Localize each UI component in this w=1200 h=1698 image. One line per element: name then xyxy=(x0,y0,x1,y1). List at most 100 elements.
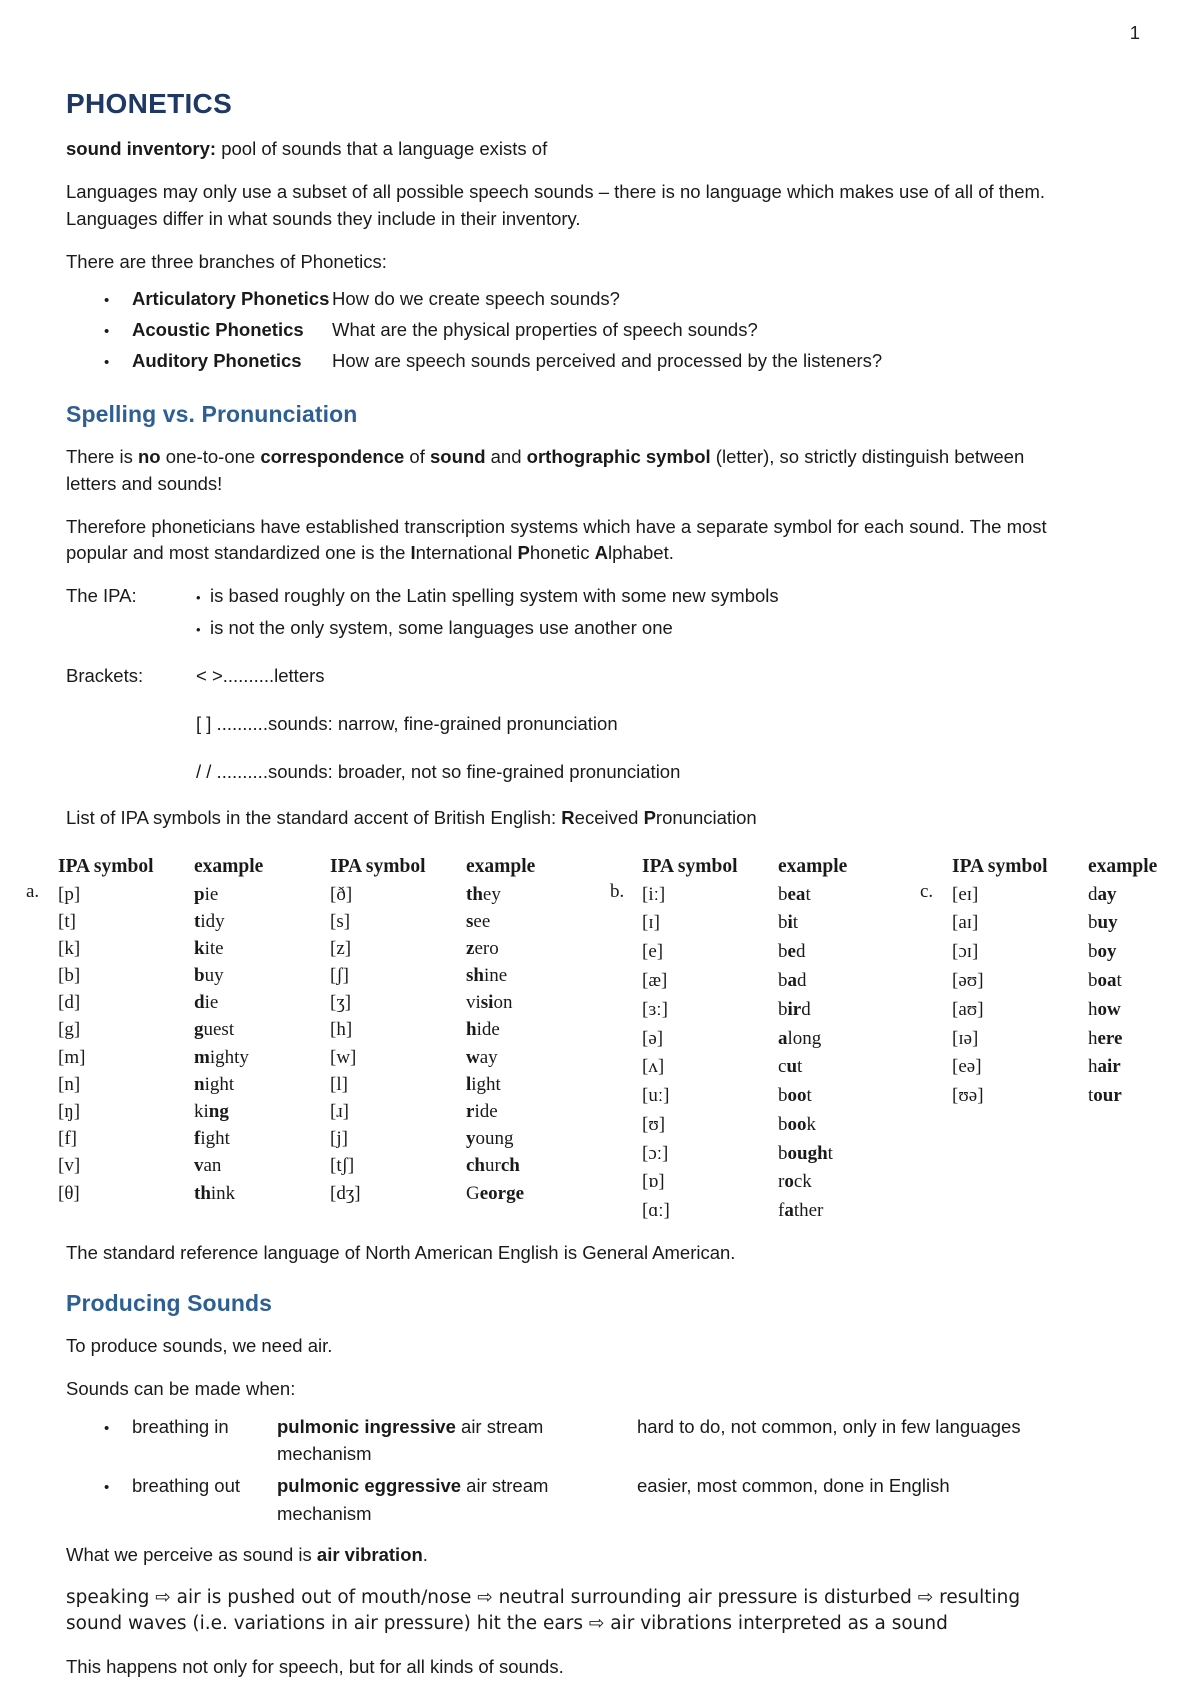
list-item: • Acoustic Phonetics What are the physic… xyxy=(66,316,1066,344)
ipa-example: along xyxy=(778,1025,914,1054)
ex-rest: ur xyxy=(485,1155,501,1177)
airstream-mechanism: pulmonic eggressive air stream mechanism xyxy=(277,1472,637,1528)
ipa-example: George xyxy=(466,1180,602,1207)
text-run-bold: R xyxy=(561,806,575,828)
text-run-bold: correspondence xyxy=(260,446,405,468)
ex-bold: k xyxy=(194,937,205,959)
column-header-example: example xyxy=(194,855,264,877)
bullet-icon: • xyxy=(104,354,110,372)
ipa-symbol: [ʒ] xyxy=(330,992,352,1014)
bullet-icon: • xyxy=(104,1479,110,1497)
ipa-example: van xyxy=(194,1152,330,1179)
ipa-symbol: [iː] xyxy=(642,883,666,905)
list-item: • breathing in pulmonic ingressive air s… xyxy=(66,1413,1066,1469)
ipa-symbol: [ɔɪ] xyxy=(952,941,979,963)
branch-question: What are the physical properties of spee… xyxy=(332,319,758,341)
ex-bold: eor xyxy=(479,1182,507,1204)
section-heading-producing: Producing Sounds xyxy=(66,1290,273,1317)
ex-bold: b xyxy=(194,965,205,987)
ipa-example: kite xyxy=(194,935,330,962)
list-item: • is based roughly on the Latin spelling … xyxy=(196,583,1066,610)
brackets-letters: < >..........letters xyxy=(196,665,325,687)
ipa-symbol: [uː] xyxy=(642,1085,670,1107)
ex-bold: ough xyxy=(787,1142,828,1164)
ex-pre: b xyxy=(778,1142,788,1164)
ex-bold: oa xyxy=(1097,969,1117,991)
brackets-row: [ ] ..........sounds: narrow, fine-grain… xyxy=(66,711,1066,738)
ipa-symbol: [aʊ] xyxy=(952,998,984,1020)
ipa-example: day xyxy=(1088,881,1200,910)
ipa-symbol: [ʃ] xyxy=(330,965,349,987)
ipa-symbol: [t] xyxy=(58,910,76,932)
ex-rest: t xyxy=(806,1085,812,1107)
ipa-list-intro: List of IPA symbols in the standard acce… xyxy=(66,807,1066,829)
sound-inventory-text: pool of sounds that a language exists of xyxy=(216,138,548,159)
ipa-symbol: [m] xyxy=(58,1046,86,1068)
ipa-facts: • is based roughly on the Latin spelling … xyxy=(196,583,1066,647)
correspondence-paragraph: There is no one-to-one correspondence of… xyxy=(66,444,1066,497)
ipa-symbol: [ɹ] xyxy=(330,1101,349,1123)
ipa-symbol-column-c: IPA symbol [eɪ] [aɪ] [ɔɪ] [əʊ] [aʊ] [ɪə]… xyxy=(952,853,1088,1111)
ipa-symbol: [ŋ] xyxy=(58,1101,81,1123)
ex-rest: ighty xyxy=(209,1046,249,1068)
ex-pre: b xyxy=(778,1085,788,1107)
mechanism-note: hard to do, not common, only in few lang… xyxy=(637,1415,1021,1437)
ex-rest: d xyxy=(795,941,806,963)
branch-name: Articulatory Phonetics xyxy=(132,288,330,310)
brackets-block: Brackets: < >..........letters [ ] .....… xyxy=(66,663,1066,785)
ex-bold: oo xyxy=(787,1113,807,1135)
ex-bold: a xyxy=(778,1027,788,1049)
ex-rest: ther xyxy=(793,1200,824,1222)
ex-rest: ine xyxy=(483,965,508,987)
ipa-symbol: [ɑː] xyxy=(642,1200,670,1222)
section-heading-spelling: Spelling vs. Pronunciation xyxy=(66,401,358,428)
text-run-bold: air vibration xyxy=(316,1543,423,1565)
sound-inventory-definition: sound inventory: pool of sounds that a l… xyxy=(66,136,1066,162)
ipa-example: fight xyxy=(194,1125,330,1152)
ipa-example: bed xyxy=(778,938,914,967)
ipa-example: boy xyxy=(1088,938,1200,967)
ipa-symbol: [w] xyxy=(330,1046,357,1068)
text-run-bold: no xyxy=(137,446,161,468)
produce-sounds-text: To produce sounds, we need air. xyxy=(66,1335,333,1357)
ex-rest: ie xyxy=(204,883,219,905)
ipa-symbol: [f] xyxy=(58,1128,77,1150)
ipa-description-block: The IPA: • is based roughly on the Latin … xyxy=(66,583,1066,647)
ex-rest: t xyxy=(805,883,811,905)
bullet-icon: • xyxy=(196,590,201,606)
speaking-chain-text: speaking ⇨ air is pushed out of mouth/no… xyxy=(66,1586,1021,1635)
page-title: PHONETICS xyxy=(66,88,233,119)
ex-bold: ir xyxy=(787,998,802,1020)
ipa-fact-text: is based roughly on the Latin spelling s… xyxy=(210,585,779,607)
ipa-example: vision xyxy=(466,989,602,1016)
ex-rest: uy xyxy=(204,965,224,987)
branch-question: How are speech sounds perceived and proc… xyxy=(332,350,883,372)
ipa-example: book xyxy=(778,1111,914,1140)
ipa-symbol: [dʒ] xyxy=(330,1182,361,1204)
ex-rest: ay xyxy=(479,1046,498,1068)
ipa-example: beat xyxy=(778,881,914,910)
ipa-symbol: [k] xyxy=(58,937,81,959)
ex-pre: h xyxy=(1088,998,1098,1020)
brackets-narrow: [ ] ..........sounds: narrow, fine-grain… xyxy=(196,712,618,734)
ex-bold: th xyxy=(466,883,483,905)
group-label-c: c. xyxy=(920,880,934,902)
ipa-example: hide xyxy=(466,1016,602,1043)
ex-bold: m xyxy=(194,1046,210,1068)
ipa-example: shine xyxy=(466,962,602,989)
ex-rest: t xyxy=(827,1142,833,1164)
ipa-symbol: [tʃ] xyxy=(330,1155,355,1177)
bullet-icon: • xyxy=(104,323,110,341)
text-run: lphabet. xyxy=(608,542,674,564)
brackets-broad: / / ..........sounds: broader, not so fi… xyxy=(196,760,681,782)
airstream-mechanism: pulmonic ingressive air stream mechanism xyxy=(277,1413,637,1469)
ipa-example-column-a1: example pie tidy kite buy die guest migh… xyxy=(194,853,330,1207)
ex-bold: si xyxy=(480,992,494,1014)
ex-bold: p xyxy=(194,883,205,905)
column-header-symbol: IPA symbol xyxy=(642,855,738,877)
brackets-spacer xyxy=(66,711,196,738)
list-item: • Articulatory Phonetics How do we creat… xyxy=(66,285,1066,313)
ex-bold: th xyxy=(194,1182,211,1204)
ipa-example: die xyxy=(194,989,330,1016)
ex-rest: ight xyxy=(204,1073,235,1095)
